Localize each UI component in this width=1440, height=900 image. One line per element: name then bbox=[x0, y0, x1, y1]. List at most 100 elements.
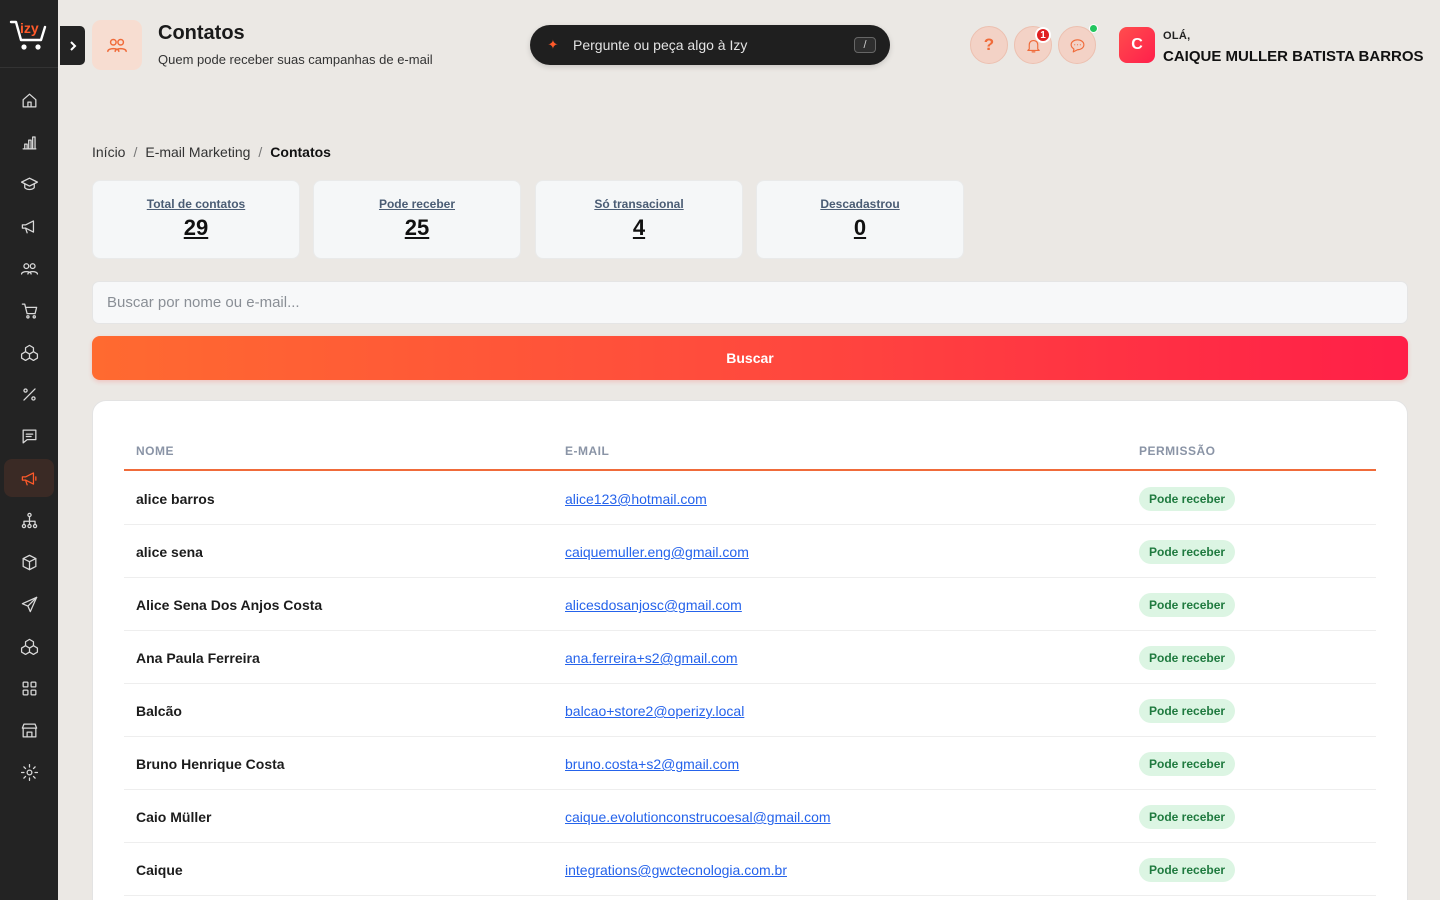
stat-can-receive[interactable]: Pode receber 25 bbox=[313, 180, 521, 259]
send-icon bbox=[21, 596, 37, 612]
contact-email-link[interactable]: bruno.costa+s2@gmail.com bbox=[565, 756, 739, 772]
sidebar: izy bbox=[0, 0, 58, 900]
shortcut-key: / bbox=[854, 37, 876, 53]
table-row[interactable]: Bruno Henrique Costa bruno.costa+s2@gmai… bbox=[124, 737, 1376, 790]
stat-value: 0 bbox=[853, 215, 867, 240]
percent-icon bbox=[22, 387, 36, 401]
network-icon bbox=[21, 512, 37, 528]
stat-value: 29 bbox=[183, 215, 209, 240]
izy-logo[interactable]: izy bbox=[0, 0, 58, 68]
table-row[interactable]: Alice Sena Dos Anjos Costa alicesdosanjo… bbox=[124, 578, 1376, 631]
table-row[interactable]: alice sena caiquemuller.eng@gmail.com Po… bbox=[124, 525, 1376, 578]
stat-label: Descadastrou bbox=[820, 197, 900, 211]
table-row[interactable]: alice barros alice123@hotmail.com Pode r… bbox=[124, 472, 1376, 525]
sidebar-item-courses[interactable] bbox=[4, 165, 54, 203]
settings-icon bbox=[20, 763, 38, 781]
search-input[interactable] bbox=[92, 281, 1408, 324]
notification-count-badge: 1 bbox=[1035, 27, 1051, 43]
breadcrumb-home[interactable]: Início bbox=[92, 144, 125, 160]
avatar[interactable]: C bbox=[1119, 27, 1155, 63]
stat-transactional-only[interactable]: Só transacional 4 bbox=[535, 180, 743, 259]
contact-name: Caio Müller bbox=[136, 809, 212, 825]
chevron-right-icon bbox=[69, 40, 76, 51]
store-icon bbox=[21, 723, 37, 737]
chart-icon bbox=[22, 135, 36, 149]
sidebar-item-inventory[interactable] bbox=[4, 543, 54, 581]
sparkle-icon: ✦ bbox=[547, 37, 559, 52]
table-row[interactable]: Caique integrations@gwctecnologia.com.br… bbox=[124, 843, 1376, 896]
stat-unsubscribed[interactable]: Descadastrou 0 bbox=[756, 180, 964, 259]
ask-izy-input[interactable]: ✦ Pergunte ou peça algo à Izy / bbox=[530, 25, 890, 65]
megaphone-icon bbox=[21, 219, 34, 233]
sidebar-item-settings[interactable] bbox=[4, 753, 54, 791]
contact-email-link[interactable]: balcao+store2@operizy.local bbox=[565, 703, 744, 719]
contact-email-link[interactable]: alicesdosanjosc@gmail.com bbox=[565, 597, 742, 613]
message-icon bbox=[22, 429, 36, 443]
chat-icon bbox=[1070, 38, 1084, 52]
permission-badge: Pode receber bbox=[1139, 487, 1236, 511]
sidebar-item-marketing[interactable] bbox=[4, 207, 54, 245]
sidebar-item-products[interactable] bbox=[4, 333, 54, 371]
svg-text:izy: izy bbox=[20, 20, 39, 36]
stat-label: Só transacional bbox=[594, 197, 684, 211]
page-icon bbox=[92, 20, 142, 70]
boxes-icon bbox=[20, 344, 38, 361]
sidebar-item-messages[interactable] bbox=[4, 417, 54, 455]
permission-badge: Pode receber bbox=[1139, 858, 1236, 882]
search-button[interactable]: Buscar bbox=[92, 336, 1408, 380]
table-row[interactable]: Balcão balcao+store2@operizy.local Pode … bbox=[124, 684, 1376, 737]
permission-badge: Pode receber bbox=[1139, 646, 1236, 670]
stat-total-contacts[interactable]: Total de contatos 29 bbox=[92, 180, 300, 259]
breadcrumb-current: Contatos bbox=[270, 144, 331, 160]
breadcrumb-email-marketing[interactable]: E-mail Marketing bbox=[145, 144, 250, 160]
stat-value: 4 bbox=[632, 215, 646, 240]
table-row[interactable]: Ana Paula Ferreira ana.ferreira+s2@gmail… bbox=[124, 631, 1376, 684]
contact-name: alice barros bbox=[136, 491, 215, 507]
permission-badge: Pode receber bbox=[1139, 699, 1236, 723]
sidebar-item-orders[interactable] bbox=[4, 291, 54, 329]
help-button[interactable]: ? bbox=[970, 26, 1008, 64]
column-header-email[interactable]: E-MAIL bbox=[565, 444, 609, 458]
contacts-icon bbox=[107, 38, 127, 53]
contact-name: Balcão bbox=[136, 703, 182, 719]
sidebar-item-store[interactable] bbox=[4, 711, 54, 749]
sidebar-item-email-marketing[interactable] bbox=[4, 459, 54, 497]
stack-icon bbox=[20, 638, 38, 655]
username[interactable]: CAIQUE MULLER BATISTA BARROS bbox=[1163, 48, 1424, 65]
column-header-name[interactable]: NOME bbox=[136, 444, 174, 458]
page-title: Contatos bbox=[158, 22, 245, 44]
sidebar-item-shipping[interactable] bbox=[4, 585, 54, 623]
contact-name: Bruno Henrique Costa bbox=[136, 756, 285, 772]
contact-email-link[interactable]: caiquemuller.eng@gmail.com bbox=[565, 544, 749, 560]
column-header-permission[interactable]: PERMISSÃO bbox=[1139, 444, 1216, 458]
contact-name: Ana Paula Ferreira bbox=[136, 650, 260, 666]
graduation-icon bbox=[20, 177, 38, 190]
breadcrumb: Início / E-mail Marketing / Contatos bbox=[92, 144, 331, 160]
sidebar-item-discounts[interactable] bbox=[4, 375, 54, 413]
contact-email-link[interactable]: ana.ferreira+s2@gmail.com bbox=[565, 650, 738, 666]
sidebar-item-home[interactable] bbox=[4, 81, 54, 119]
ask-izy-placeholder: Pergunte ou peça algo à Izy bbox=[573, 37, 748, 53]
breadcrumb-separator: / bbox=[258, 144, 263, 160]
sidebar-item-reports[interactable] bbox=[4, 123, 54, 161]
contact-email-link[interactable]: alice123@hotmail.com bbox=[565, 491, 707, 507]
sidebar-item-customers[interactable] bbox=[4, 249, 54, 287]
stat-value: 25 bbox=[404, 215, 430, 240]
breadcrumb-separator: / bbox=[133, 144, 138, 160]
help-icon: ? bbox=[983, 35, 995, 54]
contact-email-link[interactable]: caique.evolutionconstrucoesal@gmail.com bbox=[565, 809, 831, 825]
sidebar-item-integrations[interactable] bbox=[4, 501, 54, 539]
permission-badge: Pode receber bbox=[1139, 805, 1236, 829]
package-icon bbox=[22, 554, 36, 570]
cart-logo-icon: izy bbox=[9, 20, 47, 50]
online-status-dot bbox=[1089, 24, 1098, 33]
permission-badge: Pode receber bbox=[1139, 540, 1236, 564]
expand-sidebar-button[interactable] bbox=[60, 26, 85, 65]
grid-icon bbox=[22, 681, 36, 695]
contact-email-link[interactable]: integrations@gwctecnologia.com.br bbox=[565, 862, 787, 878]
sidebar-item-catalog[interactable] bbox=[4, 627, 54, 665]
table-row[interactable]: Caio Müller caique.evolutionconstrucoesa… bbox=[124, 790, 1376, 843]
contact-name: alice sena bbox=[136, 544, 203, 560]
cart-icon bbox=[21, 303, 37, 319]
sidebar-item-apps[interactable] bbox=[4, 669, 54, 707]
